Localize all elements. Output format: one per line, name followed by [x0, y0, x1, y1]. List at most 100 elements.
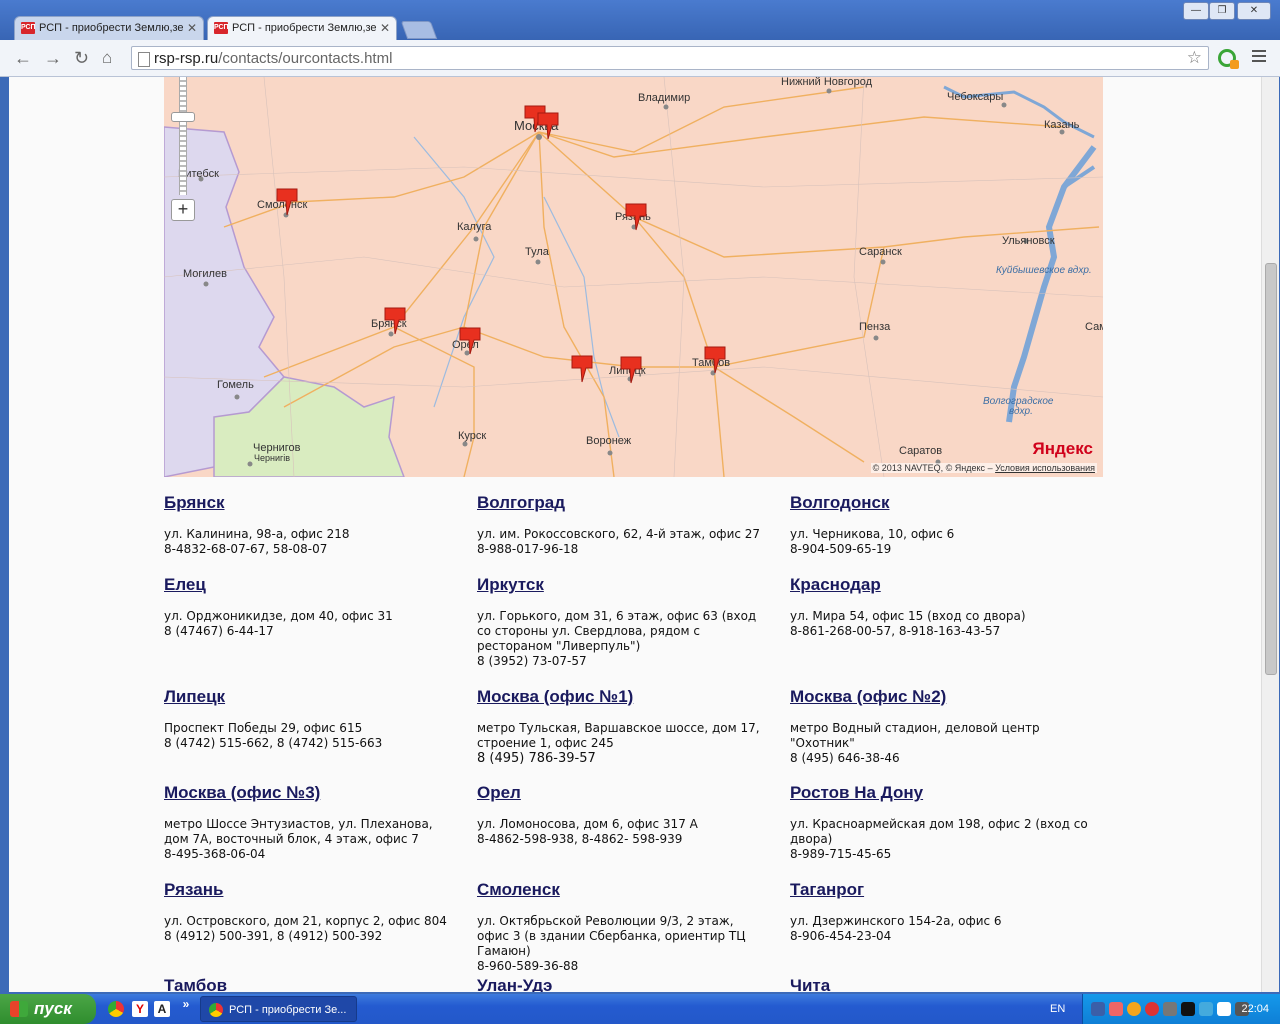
media-tray-icon[interactable] — [1181, 1002, 1195, 1016]
antivirus-tray-icon[interactable] — [1109, 1002, 1123, 1016]
office-address: метро Водный стадион, деловой центр "Охо… — [790, 721, 1040, 750]
forward-icon[interactable]: → — [44, 48, 62, 68]
terms-link[interactable]: Условия использования — [995, 463, 1095, 473]
close-window-button[interactable]: ✕ — [1237, 2, 1271, 20]
page-icon — [138, 52, 150, 67]
browser-window: РСП РСП - приобрести Землю,зе ✕ РСП РСП … — [0, 0, 1280, 994]
maximize-button[interactable]: ❐ — [1209, 2, 1235, 20]
office-city-link[interactable]: Орел — [477, 783, 777, 803]
volume-tray-icon[interactable] — [1199, 1002, 1213, 1016]
office-phone: 8 (4742) 515-662, 8 (4742) 515-663 — [164, 736, 383, 750]
taskbar-window-chrome[interactable]: РСП - приобрести Зе... — [200, 996, 357, 1022]
office-address: метро Шоссе Энтузиастов, ул. Плеханова, … — [164, 817, 433, 846]
office-card: Таганрог ул. Дзержинского 154-2а, офис 6… — [790, 880, 1090, 944]
svg-text:Владимир: Владимир — [638, 92, 690, 104]
svg-text:Казань: Казань — [1044, 119, 1080, 131]
svg-text:Чернигів: Чернигів — [254, 453, 290, 463]
address-bar[interactable]: rsp-rsp.ru/contacts/ourcontacts.html ☆ — [131, 46, 1209, 70]
minimize-button[interactable]: — — [1183, 2, 1209, 20]
office-city-link[interactable]: Москва (офис №3) — [164, 783, 459, 803]
office-city-link[interactable]: Тамбов — [164, 976, 464, 992]
tab-title: РСП - приобрести Землю,зе — [39, 22, 184, 34]
tab-title: РСП - приобрести Землю,зе — [232, 22, 377, 34]
tab-1[interactable]: РСП РСП - приобрести Землю,зе ✕ — [14, 16, 204, 40]
scrollbar-thumb[interactable] — [1265, 263, 1277, 675]
yandex-logo[interactable]: Яндекс — [1033, 439, 1093, 459]
map-copyright: © 2013 NAVTEQ, © Яндекс – Условия исполь… — [870, 463, 1097, 473]
office-city-link[interactable]: Ростов На Дону — [790, 783, 1110, 803]
svg-text:Куйбышевское вдхр.: Куйбышевское вдхр. — [996, 264, 1092, 276]
office-city-link[interactable]: Москва (офис №2) — [790, 687, 1090, 707]
close-tab-icon[interactable]: ✕ — [187, 21, 197, 35]
office-address: Проспект Победы 29, офис 615 — [164, 721, 363, 735]
zoom-rail[interactable] — [179, 77, 187, 195]
office-address: ул. Красноармейская дом 198, офис 2 (вхо… — [790, 817, 1088, 846]
close-tab-icon[interactable]: ✕ — [380, 21, 390, 35]
zoom-in-button[interactable]: + — [171, 199, 195, 221]
vertical-scrollbar[interactable] — [1261, 77, 1279, 992]
office-city-link[interactable]: Волгоград — [477, 493, 777, 513]
font-app-icon[interactable]: A — [154, 1001, 170, 1017]
office-city-link[interactable]: Улан-Удэ — [477, 976, 777, 992]
office-city-link[interactable]: Брянск — [164, 493, 464, 513]
office-phone: 8-989-715-45-65 — [790, 847, 892, 861]
map-zoom-control[interactable]: + — [171, 77, 195, 222]
start-label: пуск — [34, 999, 72, 1018]
office-phone: 8 (47467) 6-44-17 — [164, 624, 274, 638]
system-tray: 22:04 — [1082, 994, 1280, 1024]
office-card: Брянск ул. Калинина, 98-а, офис 218 8-48… — [164, 493, 464, 557]
svg-text:вдхр.: вдхр. — [1009, 406, 1033, 417]
language-indicator[interactable]: EN — [1050, 994, 1065, 1024]
office-address: ул. Октябрьской Революции 9/3, 2 этаж, о… — [477, 914, 746, 958]
svg-text:Калуга: Калуга — [457, 221, 492, 233]
url-text[interactable]: rsp-rsp.ru/contacts/ourcontacts.html — [154, 50, 392, 67]
new-tab-button[interactable] — [400, 21, 438, 39]
svg-text:Орел: Орел — [452, 339, 479, 351]
office-city-link[interactable]: Краснодар — [790, 575, 1090, 595]
office-address: ул. Островского, дом 21, корпус 2, офис … — [164, 914, 447, 928]
office-card: Москва (офис №2) метро Водный стадион, д… — [790, 687, 1090, 766]
office-address: ул. Ломоносова, дом 6, офис 317 А — [477, 817, 698, 831]
update-tray-icon[interactable] — [1127, 1002, 1141, 1016]
office-city-link[interactable]: Елец — [164, 575, 464, 595]
office-city-link[interactable]: Рязань — [164, 880, 464, 900]
office-card: Липецк Проспект Победы 29, офис 615 8 (4… — [164, 687, 464, 751]
office-phone: 8-988-017-96-18 — [477, 542, 579, 556]
yandex-browser-icon[interactable]: Y — [132, 1001, 148, 1017]
zoom-slider-handle[interactable] — [171, 112, 195, 122]
menu-icon[interactable] — [1252, 50, 1266, 65]
office-card: Улан-Удэ — [477, 976, 777, 992]
office-city-link[interactable]: Москва (офис №1) — [477, 687, 767, 707]
office-city-link[interactable]: Волгодонск — [790, 493, 1090, 513]
reload-icon[interactable]: ↻ — [74, 48, 89, 68]
office-phone: 8-4862-598-938, 8-4862- 598-939 — [477, 832, 683, 846]
office-address: ул. Черникова, 10, офис 6 — [790, 527, 955, 541]
bookmark-star-icon[interactable]: ☆ — [1187, 48, 1202, 68]
office-address: метро Тульская, Варшавское шоссе, дом 17… — [477, 721, 760, 750]
office-phone: 8-495-368-06-04 — [164, 847, 266, 861]
opera-tray-icon[interactable] — [1145, 1002, 1159, 1016]
chrome-quicklaunch-icon[interactable] — [108, 1001, 124, 1017]
home-icon[interactable]: ⌂ — [102, 48, 112, 68]
tab-2[interactable]: РСП РСП - приобрести Землю,зе ✕ — [207, 16, 397, 40]
map-canvas: Нижний Новгород Чебоксары Владимир Казан… — [164, 77, 1103, 477]
office-card: Краснодар ул. Мира 54, офис 15 (вход со … — [790, 575, 1090, 639]
clock[interactable]: 22:04 — [1241, 994, 1269, 1024]
start-button[interactable]: пуск — [0, 994, 96, 1024]
svg-text:Воронеж: Воронеж — [586, 435, 632, 447]
network-tray-icon[interactable] — [1091, 1002, 1105, 1016]
office-city-link[interactable]: Смоленск — [477, 880, 767, 900]
office-city-link[interactable]: Чита — [790, 976, 1090, 992]
quicklaunch-more-icon[interactable]: » — [178, 996, 194, 1012]
security-tray-icon[interactable] — [1163, 1002, 1177, 1016]
office-phone: 8-904-509-65-19 — [790, 542, 892, 556]
office-city-link[interactable]: Липецк — [164, 687, 464, 707]
svg-text:Чебоксары: Чебоксары — [947, 91, 1003, 103]
office-phone: 8-4832-68-07-67, 58-08-07 — [164, 542, 328, 556]
svg-text:Сам: Сам — [1085, 321, 1103, 333]
office-city-link[interactable]: Таганрог — [790, 880, 1090, 900]
keyboard-tray-icon[interactable] — [1217, 1002, 1231, 1016]
yandex-map[interactable]: Нижний Новгород Чебоксары Владимир Казан… — [164, 77, 1103, 477]
office-city-link[interactable]: Иркутск — [477, 575, 767, 595]
back-icon[interactable]: ← — [14, 48, 32, 68]
